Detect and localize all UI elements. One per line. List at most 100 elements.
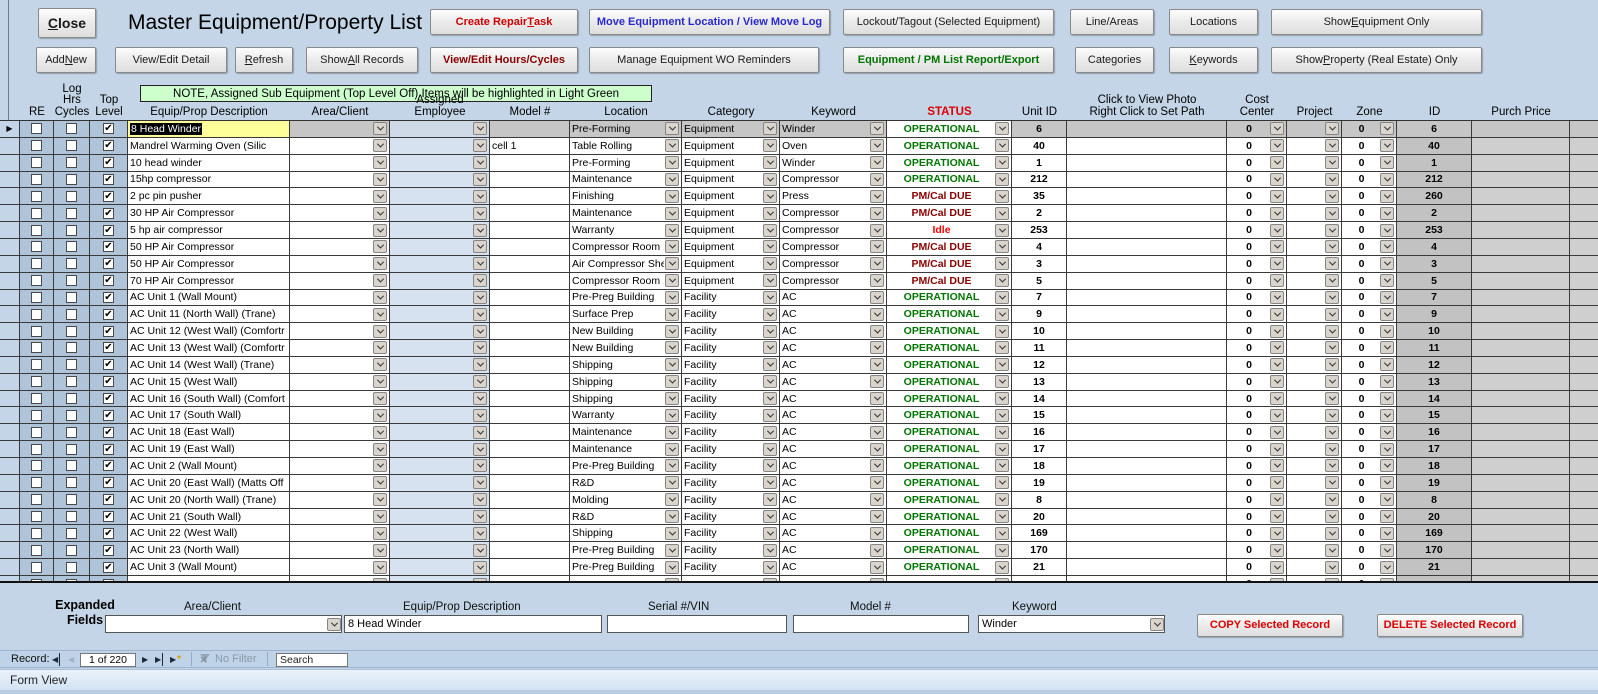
cell-area[interactable] bbox=[290, 458, 390, 474]
cell-purch[interactable] bbox=[1472, 137, 1570, 154]
location-dropdown-button[interactable] bbox=[665, 307, 679, 321]
cost-dropdown-button[interactable] bbox=[1270, 392, 1284, 406]
project-dropdown-button[interactable] bbox=[1325, 526, 1339, 540]
area-dropdown-button[interactable] bbox=[373, 392, 387, 406]
log-checkbox[interactable] bbox=[66, 157, 77, 169]
area-dropdown-button[interactable] bbox=[373, 307, 387, 321]
area-dropdown-button[interactable] bbox=[373, 223, 387, 237]
cell-model[interactable] bbox=[490, 508, 570, 525]
cell-purch[interactable] bbox=[1472, 356, 1570, 373]
record-selector[interactable] bbox=[0, 222, 20, 238]
cell-photo[interactable] bbox=[1067, 390, 1227, 407]
re-checkbox[interactable] bbox=[31, 190, 42, 202]
employee-dropdown-button[interactable] bbox=[473, 476, 487, 490]
log-checkbox[interactable] bbox=[66, 393, 77, 405]
zone-dropdown-button[interactable] bbox=[1380, 139, 1394, 153]
area-dropdown-button[interactable] bbox=[373, 156, 387, 170]
area-dropdown-button[interactable] bbox=[373, 476, 387, 490]
cell-desc[interactable]: AC Unit 11 (North Wall) (Trane) bbox=[128, 306, 290, 323]
top-checkbox[interactable]: ✔ bbox=[103, 258, 114, 270]
cell-desc[interactable]: AC Unit 13 (West Wall) (Comfortr bbox=[128, 340, 290, 356]
status-dropdown-button[interactable] bbox=[995, 290, 1009, 304]
cell-area[interactable] bbox=[290, 390, 390, 407]
cell-photo[interactable] bbox=[1067, 441, 1227, 458]
cell-zone[interactable]: 0 bbox=[1342, 525, 1397, 542]
keyword-dropdown-button[interactable] bbox=[870, 324, 884, 338]
cell-category[interactable]: Facility bbox=[682, 390, 780, 407]
cell-category[interactable]: Equipment bbox=[682, 171, 780, 188]
cell-status[interactable]: PM/Cal DUE bbox=[887, 272, 1012, 289]
log-checkbox[interactable] bbox=[66, 173, 77, 185]
cell-employee[interactable] bbox=[390, 121, 490, 137]
record-selector[interactable] bbox=[0, 238, 20, 255]
log-checkbox[interactable] bbox=[66, 511, 77, 522]
project-dropdown-button[interactable] bbox=[1325, 223, 1339, 237]
cost-dropdown-button[interactable] bbox=[1270, 290, 1284, 304]
cell-model[interactable] bbox=[490, 289, 570, 306]
cell-project[interactable] bbox=[1287, 525, 1342, 542]
cell-cost[interactable]: 0 bbox=[1227, 458, 1287, 474]
cell-zone[interactable]: 0 bbox=[1342, 390, 1397, 407]
cell-status[interactable]: OPERATIONAL bbox=[887, 407, 1012, 424]
area-dropdown-button[interactable] bbox=[373, 560, 387, 574]
area-dropdown-button[interactable] bbox=[373, 189, 387, 203]
cell-keyword[interactable]: Compressor bbox=[780, 171, 887, 188]
first-record-button[interactable]: ◀ bbox=[52, 653, 61, 666]
location-dropdown-button[interactable] bbox=[665, 156, 679, 170]
cell-photo[interactable] bbox=[1067, 255, 1227, 272]
cell-cost[interactable]: 0 bbox=[1227, 154, 1287, 171]
cost-dropdown-button[interactable] bbox=[1270, 408, 1284, 422]
top-checkbox[interactable]: ✔ bbox=[103, 224, 114, 236]
status-dropdown-button[interactable] bbox=[995, 189, 1009, 203]
cost-dropdown-button[interactable] bbox=[1270, 307, 1284, 321]
project-dropdown-button[interactable] bbox=[1325, 358, 1339, 372]
cell-category[interactable]: Equipment bbox=[682, 121, 780, 137]
employee-dropdown-button[interactable] bbox=[473, 307, 487, 321]
top-checkbox[interactable]: ✔ bbox=[103, 359, 114, 371]
employee-dropdown-button[interactable] bbox=[473, 156, 487, 170]
top-checkbox[interactable]: ✔ bbox=[103, 443, 114, 455]
record-selector[interactable] bbox=[0, 188, 20, 205]
cost-dropdown-button[interactable] bbox=[1270, 156, 1284, 170]
keyword-dropdown-button[interactable] bbox=[870, 122, 884, 136]
cell-employee[interactable] bbox=[390, 373, 490, 390]
project-dropdown-button[interactable] bbox=[1325, 493, 1339, 507]
cell-employee[interactable] bbox=[390, 474, 490, 491]
cell-cost[interactable]: 0 bbox=[1227, 508, 1287, 525]
search-input[interactable] bbox=[276, 653, 348, 667]
log-checkbox[interactable] bbox=[66, 241, 77, 253]
cell-zone[interactable]: 0 bbox=[1342, 289, 1397, 306]
cell-status[interactable]: OPERATIONAL bbox=[887, 508, 1012, 525]
log-checkbox[interactable] bbox=[66, 275, 77, 287]
cell-project[interactable] bbox=[1287, 542, 1342, 559]
cell-model[interactable] bbox=[490, 340, 570, 356]
record-selector[interactable] bbox=[0, 525, 20, 542]
cell-model[interactable] bbox=[490, 171, 570, 188]
project-dropdown-button[interactable] bbox=[1325, 442, 1339, 456]
keyword-dropdown-button[interactable] bbox=[870, 442, 884, 456]
cell-photo[interactable] bbox=[1067, 559, 1227, 575]
cell-location[interactable]: Shipping bbox=[570, 373, 682, 390]
cell-photo[interactable] bbox=[1067, 458, 1227, 474]
cell-area[interactable] bbox=[290, 306, 390, 323]
cost-dropdown-button[interactable] bbox=[1270, 223, 1284, 237]
cell-area[interactable] bbox=[290, 373, 390, 390]
status-dropdown-button[interactable] bbox=[995, 543, 1009, 557]
re-checkbox[interactable] bbox=[31, 426, 42, 438]
zone-dropdown-button[interactable] bbox=[1380, 223, 1394, 237]
cell-model[interactable] bbox=[490, 559, 570, 575]
re-checkbox[interactable] bbox=[31, 511, 42, 522]
category-dropdown-button[interactable] bbox=[763, 392, 777, 406]
cell-model[interactable] bbox=[490, 525, 570, 542]
cell-purch[interactable] bbox=[1472, 559, 1570, 575]
cell-desc[interactable]: AC Unit 12 (West Wall) (Comfortr bbox=[128, 323, 290, 340]
cost-dropdown-button[interactable] bbox=[1270, 189, 1284, 203]
cell-employee[interactable] bbox=[390, 323, 490, 340]
cell-photo[interactable] bbox=[1067, 323, 1227, 340]
cell-keyword[interactable]: Compressor bbox=[780, 272, 887, 289]
project-dropdown-button[interactable] bbox=[1325, 307, 1339, 321]
cell-area[interactable] bbox=[290, 356, 390, 373]
cell-area[interactable] bbox=[290, 508, 390, 525]
record-selector[interactable] bbox=[0, 340, 20, 356]
re-checkbox[interactable] bbox=[31, 544, 42, 556]
